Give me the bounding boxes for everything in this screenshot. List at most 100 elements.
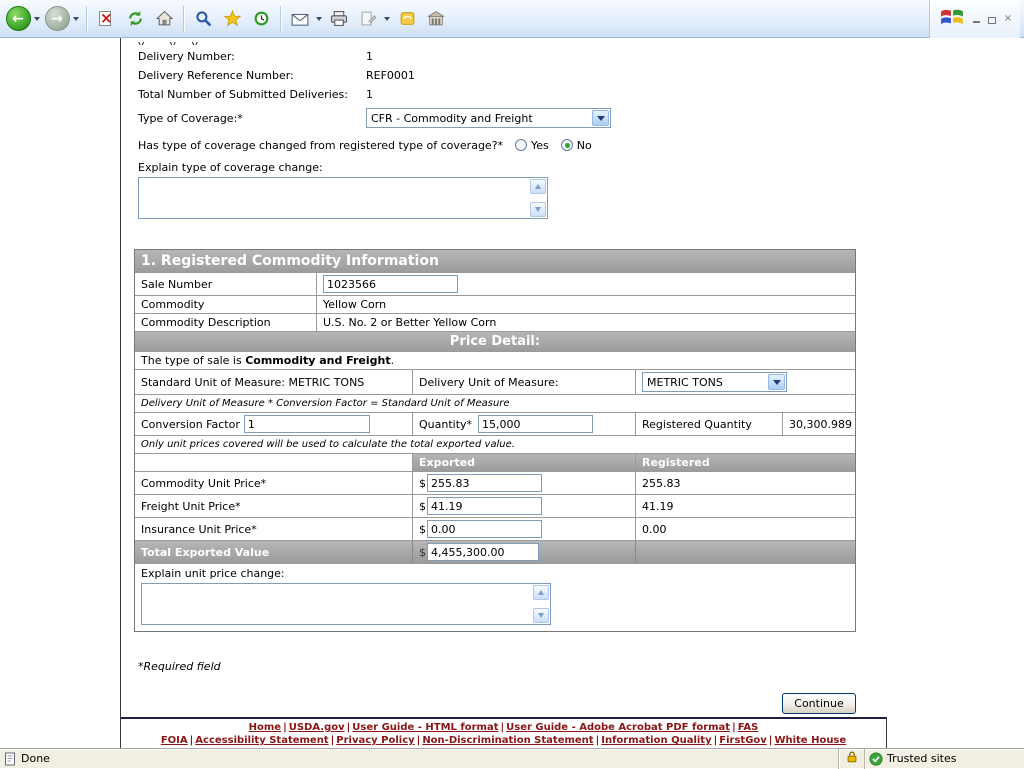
forward-button[interactable]: → [43,3,71,35]
delivery-number-label: Delivery Number: [138,47,366,66]
delivery-reference-row: Delivery Reference Number: REF0001 [138,66,886,85]
commodity-value: Yellow Corn [316,296,855,313]
footer-link[interactable]: Privacy Policy [336,735,414,746]
scroll-down-icon[interactable] [533,608,549,623]
explain-coverage-textarea[interactable] [138,177,548,219]
search-icon [194,10,212,28]
exported-column-header: Exported [412,454,635,471]
chevron-down-icon[interactable] [768,374,785,390]
print-button[interactable] [325,3,353,35]
footer-links-line1: Home|USDA.gov|User Guide - HTML format|U… [121,721,886,734]
commodity-unit-price-label: Commodity Unit Price* [135,472,412,494]
stop-button[interactable]: × [92,3,120,35]
chevron-down-icon[interactable] [592,110,609,126]
delivery-uom-label: Delivery Unit of Measure: [412,370,635,394]
type-of-coverage-selected-value: CFR - Commodity and Freight [371,112,533,125]
refresh-button[interactable] [121,3,149,35]
commodity-unit-price-input[interactable] [427,474,542,492]
continue-button[interactable]: Continue [782,693,856,714]
footer-link[interactable]: FAS [738,722,759,733]
textarea-scrollbar[interactable] [533,585,549,623]
insurance-unit-price-input[interactable] [427,520,542,538]
registered-column-header: Registered [635,454,855,471]
forward-dropdown-icon[interactable] [73,17,79,24]
edit-button[interactable] [354,3,382,35]
coverage-change-no-radio[interactable] [561,139,573,151]
commodity-row: Commodity Yellow Corn [135,295,855,313]
type-of-coverage-label: Type of Coverage:* [138,112,366,125]
freight-unit-price-label: Freight Unit Price* [135,495,412,517]
delivery-uom-select[interactable]: METRIC TONS [642,372,787,392]
coverage-change-yes-radio[interactable] [515,139,527,151]
footer-separator: | [730,722,738,733]
sale-number-input[interactable] [323,275,458,293]
back-dropdown-icon[interactable] [34,17,40,24]
unit-price-note: Only unit prices covered will be used to… [135,437,855,452]
scroll-up-icon[interactable] [530,179,546,194]
registered-commodity-table: 1. Registered Commodity Information Sale… [134,249,856,632]
section-header: 1. Registered Commodity Information [135,250,855,272]
home-button[interactable] [150,3,178,35]
scroll-up-icon[interactable] [533,585,549,600]
explain-price-row: Explain unit price change: [135,563,855,631]
status-segment: Done [0,749,838,769]
footer-link[interactable]: White House [774,735,846,746]
textarea-scrollbar[interactable] [530,179,546,217]
minimize-button[interactable] [970,13,982,24]
conversion-factor-label: Conversion Factor [141,418,240,431]
sale-type-value: Commodity and Freight [245,354,390,367]
delivery-reference-label: Delivery Reference Number: [138,66,366,85]
footer-link[interactable]: Accessibility Statement [195,735,328,746]
quantity-input[interactable] [478,415,593,433]
close-button[interactable]: × [1002,13,1014,24]
security-zone-text: Trusted sites [887,752,957,765]
maximize-button[interactable] [986,13,998,24]
required-field-note: *Required field [138,660,886,673]
delivery-uom-selected-value: METRIC TONS [647,376,723,389]
coverage-change-question: Has type of coverage changed from regist… [138,139,503,152]
commodity-description-value: U.S. No. 2 or Better Yellow Corn [316,314,855,331]
mail-button[interactable] [286,3,314,35]
toolbar-separator [183,6,184,32]
explain-price-textarea[interactable] [141,583,551,625]
conversion-factor-input[interactable] [244,415,370,433]
favorites-button[interactable] [218,3,246,35]
edit-pencil-icon [359,10,377,28]
delivery-reference-value: REF0001 [366,66,415,85]
footer-link[interactable]: Information Quality [601,735,711,746]
back-icon: ← [6,6,31,31]
coverage-change-question-row: Has type of coverage changed from regist… [138,136,886,154]
edit-dropdown-icon[interactable] [384,17,390,24]
submitted-deliveries-value: 1 [366,85,373,104]
scroll-down-icon[interactable] [530,202,546,217]
sale-type-suffix: . [391,354,395,367]
search-button[interactable] [189,3,217,35]
history-button[interactable] [247,3,275,35]
freight-unit-price-input[interactable] [427,497,542,515]
padlock-icon [845,750,859,767]
back-button[interactable]: ← [4,3,32,35]
windows-flag-logo [940,7,964,31]
total-exported-value-input[interactable] [427,543,539,561]
footer-link[interactable]: User Guide - HTML format [352,722,498,733]
research-button[interactable] [422,3,450,35]
footer-link[interactable]: FOIA [161,735,188,746]
messenger-icon [398,10,416,28]
currency-symbol: $ [419,523,426,536]
toolbar-separator [86,6,87,32]
footer-link[interactable]: User Guide - Adobe Acrobat PDF format [506,722,730,733]
footer-link[interactable]: USDA.gov [289,722,345,733]
freight-unit-price-row: Freight Unit Price* $ 41.19 [135,494,855,517]
type-of-coverage-select[interactable]: CFR - Commodity and Freight [366,108,611,128]
messenger-button[interactable] [393,3,421,35]
footer-link[interactable]: Home [249,722,281,733]
mail-dropdown-icon[interactable] [316,17,322,24]
footer-separator: | [281,722,289,733]
standard-uom-text: Standard Unit of Measure: METRIC TONS [135,370,412,394]
browser-toolbar: ← → × [0,0,1024,38]
footer-link[interactable]: FirstGov [719,735,767,746]
footer-link[interactable]: Non-Discrimination Statement [422,735,593,746]
security-zone-segment[interactable]: Trusted sites [864,749,1024,769]
quantity-label: Quantity* [419,418,472,431]
mail-icon [291,10,309,28]
